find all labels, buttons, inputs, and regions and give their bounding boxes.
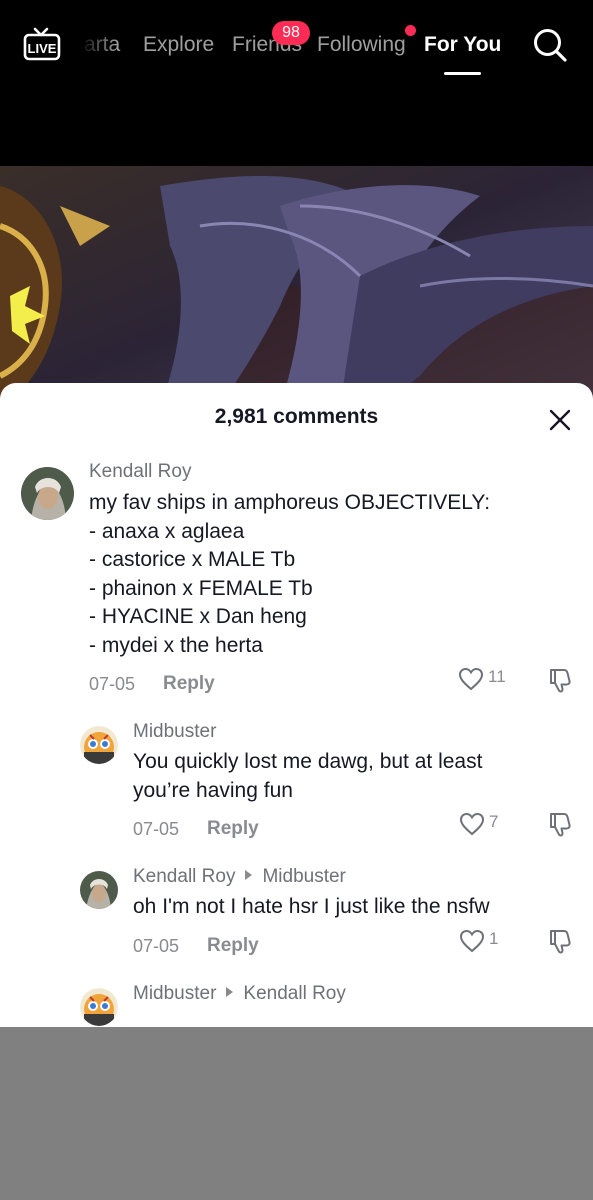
bottom-overlay — [0, 1027, 593, 1200]
live-label: LIVE — [28, 41, 57, 56]
author-name[interactable]: Kendall Roy — [133, 866, 235, 887]
tab-for-you[interactable]: For You — [424, 30, 501, 60]
reply-to-name[interactable]: Midbuster — [262, 866, 345, 887]
comment-date: 07-05 — [133, 819, 180, 839]
like-button[interactable]: 1 — [459, 927, 519, 957]
reply-button[interactable]: Reply — [163, 673, 215, 695]
tabs-fade — [80, 30, 116, 60]
tab-explore[interactable]: Explore — [143, 30, 214, 60]
heart-icon — [459, 929, 485, 953]
like-count: 11 — [488, 667, 506, 686]
comment-date: 07-05 — [89, 674, 136, 694]
comment-date: 07-05 — [133, 936, 180, 956]
reply-button[interactable]: Reply — [207, 935, 259, 957]
comment-text: You quickly lost me dawg, but at least y… — [133, 750, 483, 802]
comment-username[interactable]: Midbuster — [133, 721, 216, 743]
comment-text: my fav ships in amphoreus OBJECTIVELY: -… — [89, 491, 491, 657]
friends-badge: 98 — [272, 21, 310, 45]
top-nav-bar: LIVE arta Explore Friends Following For … — [0, 0, 593, 166]
close-icon[interactable] — [545, 405, 575, 435]
following-notification-dot — [405, 25, 416, 36]
avatar[interactable] — [80, 988, 118, 1026]
comment-text: oh I'm not I hate hsr I just like the ns… — [133, 895, 490, 918]
dislike-icon[interactable] — [546, 927, 574, 955]
reply-button[interactable]: Reply — [207, 818, 259, 840]
live-icon[interactable]: LIVE — [22, 26, 62, 62]
comments-count-title: 2,981 comments — [214, 405, 379, 428]
like-count: 1 — [489, 929, 499, 948]
avatar[interactable] — [21, 467, 74, 520]
video-thumbnail[interactable] — [0, 166, 593, 406]
active-tab-indicator — [444, 72, 481, 75]
heart-icon — [458, 667, 484, 691]
like-count: 7 — [489, 812, 499, 831]
heart-icon — [459, 812, 485, 836]
reply-to-name[interactable]: Kendall Roy — [243, 983, 345, 1004]
author-name[interactable]: Midbuster — [133, 983, 216, 1004]
dislike-icon[interactable] — [546, 666, 574, 694]
comments-sheet: 2,981 comments Kendall Roy my fav ships … — [0, 383, 593, 1027]
search-icon[interactable] — [532, 27, 568, 63]
tab-following[interactable]: Following — [317, 30, 406, 60]
reply-arrow-icon — [226, 987, 234, 997]
comment-username: Midbuster Kendall Roy — [133, 983, 346, 1005]
comment-username: Kendall Roy Midbuster — [133, 866, 346, 888]
avatar[interactable] — [80, 726, 118, 764]
reply-arrow-icon — [245, 870, 253, 880]
like-button[interactable]: 11 — [458, 665, 518, 695]
comment-username[interactable]: Kendall Roy — [89, 461, 191, 483]
avatar[interactable] — [80, 871, 118, 909]
dislike-icon[interactable] — [546, 810, 574, 838]
like-button[interactable]: 7 — [459, 810, 519, 840]
